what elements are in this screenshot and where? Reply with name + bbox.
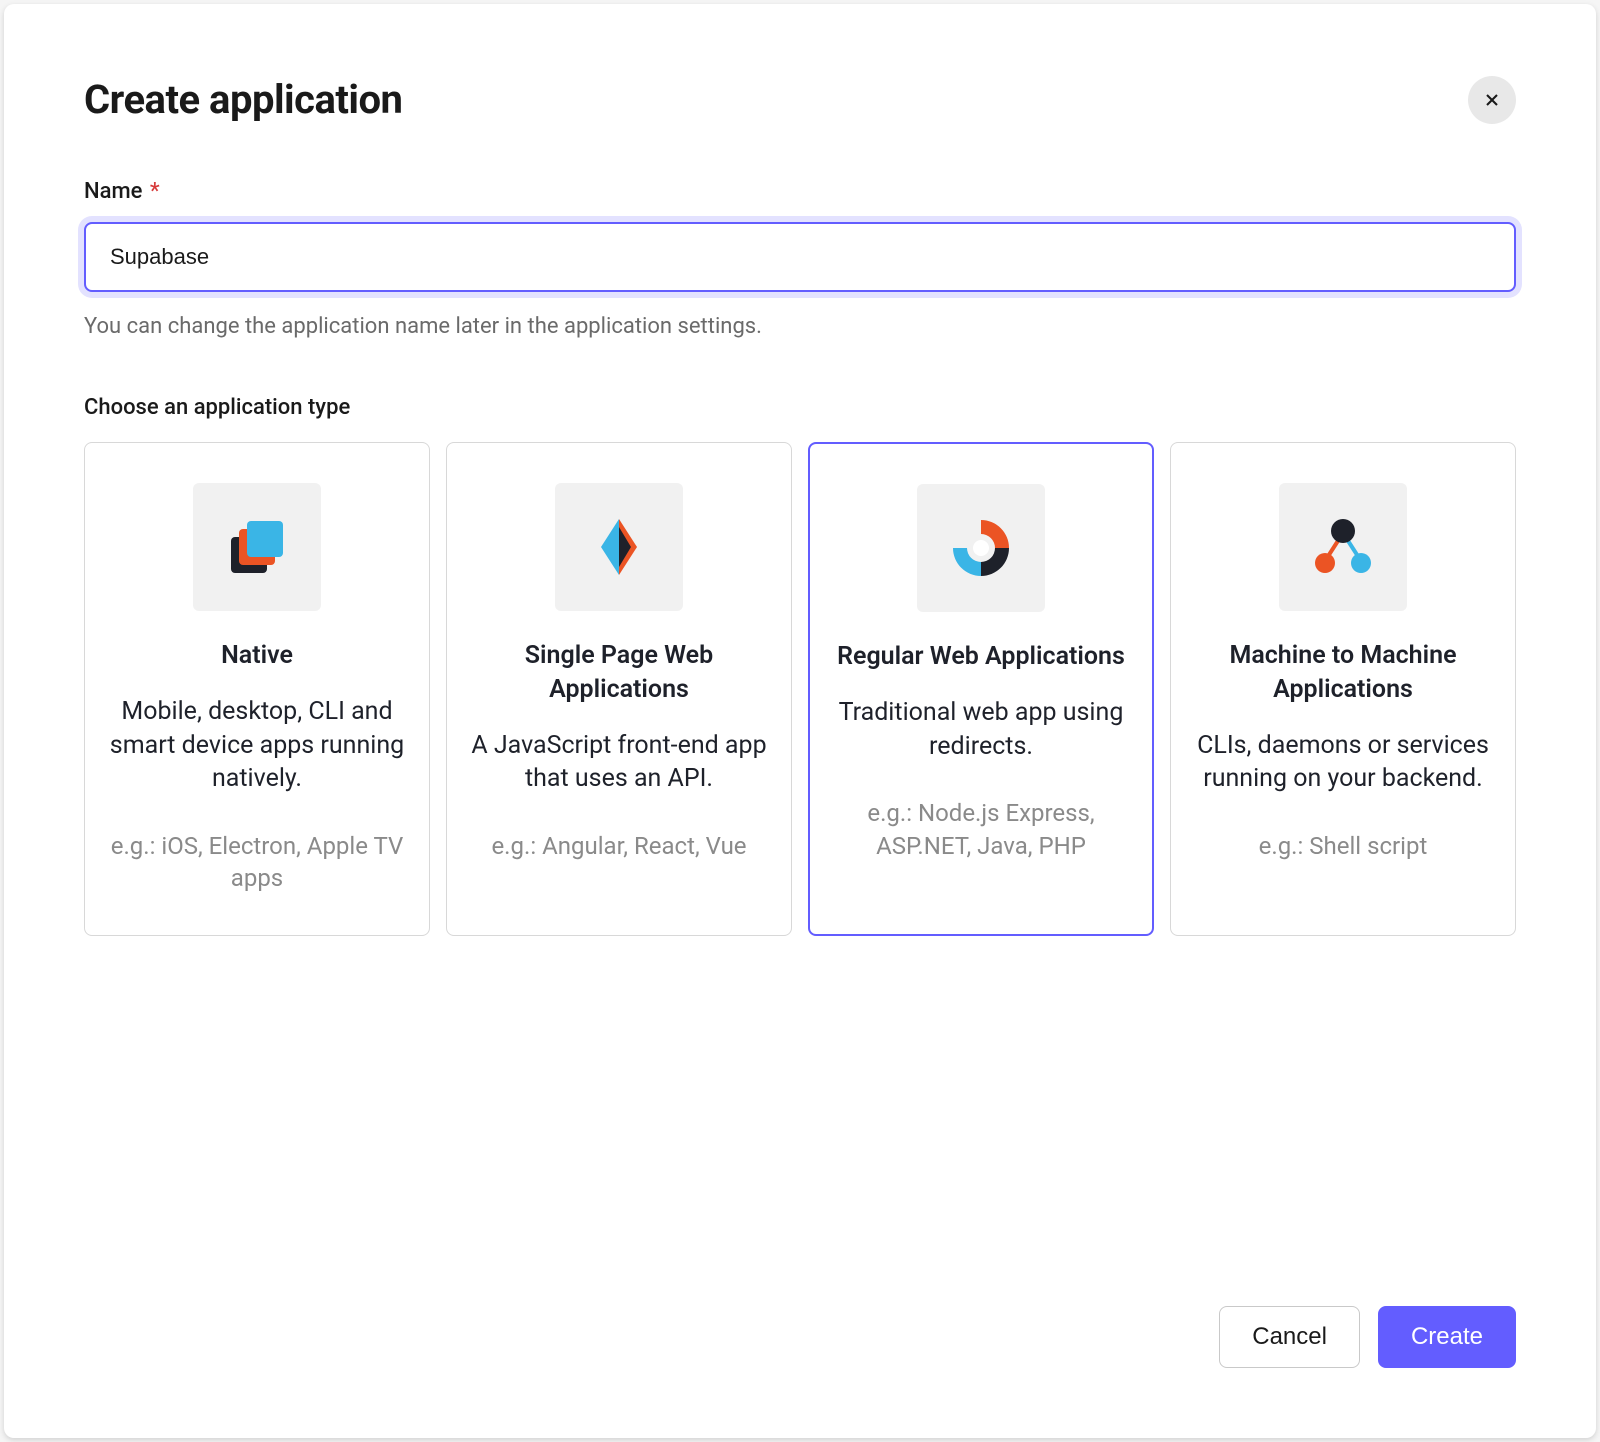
app-type-card-native[interactable]: Native Mobile, desktop, CLI and smart de…: [84, 442, 430, 936]
required-asterisk: *: [150, 179, 160, 204]
regular-icon-wrap: [917, 484, 1045, 612]
dialog-header: Create application: [84, 76, 1516, 123]
app-type-label: Choose an application type: [84, 395, 1516, 420]
name-helper-text: You can change the application name late…: [84, 314, 1516, 339]
spa-icon-wrap: [555, 483, 683, 611]
card-description: Traditional web app using redirects.: [834, 696, 1128, 764]
close-icon: [1482, 90, 1502, 110]
card-description: CLIs, daemons or services running on you…: [1195, 729, 1491, 797]
dialog-footer: Cancel Create: [1219, 1306, 1516, 1368]
card-example: e.g.: Angular, React, Vue: [491, 830, 746, 862]
card-description: A JavaScript front-end app that uses an …: [471, 729, 767, 797]
app-type-grid: Native Mobile, desktop, CLI and smart de…: [84, 442, 1516, 936]
regular-icon: [941, 508, 1021, 588]
card-title: Machine to Machine Applications: [1195, 639, 1491, 707]
card-example: e.g.: Node.js Express, ASP.NET, Java, PH…: [834, 797, 1128, 862]
m2m-icon-wrap: [1279, 483, 1407, 611]
spa-icon: [579, 507, 659, 587]
native-icon: [217, 507, 297, 587]
app-type-card-m2m[interactable]: Machine to Machine Applications CLIs, da…: [1170, 442, 1516, 936]
card-example: e.g.: Shell script: [1259, 830, 1428, 862]
create-button[interactable]: Create: [1378, 1306, 1516, 1368]
name-label: Name *: [84, 179, 1516, 204]
card-title: Single Page Web Applications: [471, 639, 767, 707]
close-button[interactable]: [1468, 76, 1516, 124]
card-title: Native: [221, 639, 293, 673]
name-input[interactable]: [84, 222, 1516, 292]
card-description: Mobile, desktop, CLI and smart device ap…: [109, 695, 405, 796]
m2m-icon: [1303, 507, 1383, 587]
dialog-title: Create application: [84, 76, 402, 123]
card-title: Regular Web Applications: [837, 640, 1125, 674]
native-icon-wrap: [193, 483, 321, 611]
cancel-button[interactable]: Cancel: [1219, 1306, 1360, 1368]
app-type-card-spa[interactable]: Single Page Web Applications A JavaScrip…: [446, 442, 792, 936]
name-label-text: Name: [84, 179, 142, 204]
create-application-dialog: Create application Name * You can change…: [4, 4, 1596, 1438]
card-example: e.g.: iOS, Electron, Apple TV apps: [109, 830, 405, 895]
app-type-card-regular[interactable]: Regular Web Applications Traditional web…: [808, 442, 1154, 936]
